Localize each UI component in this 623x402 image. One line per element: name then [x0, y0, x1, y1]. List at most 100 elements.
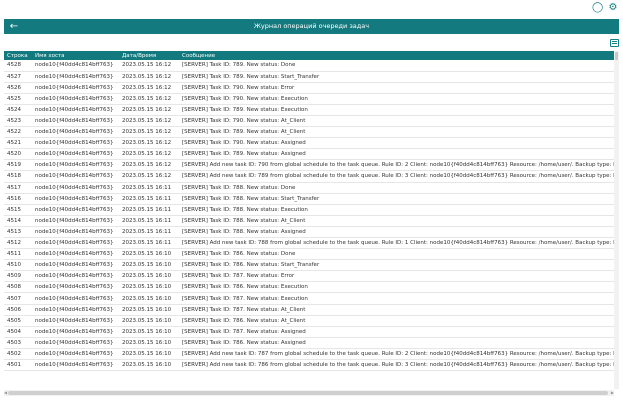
table-cell: node10{f40dd4c814bff763}	[32, 248, 119, 261]
table-row[interactable]: 4520 node10{f40dd4c814bff763} 2023.05.15 1…	[4, 148, 614, 161]
table-cell: node10{f40dd4c814bff763}	[32, 148, 119, 161]
table-cell: 4523	[4, 115, 32, 128]
table-cell: node10{f40dd4c814bff763}	[32, 215, 119, 227]
table-cell: 2023.05.15 16:11	[119, 215, 179, 227]
gear-icon[interactable]: ⚙	[608, 2, 618, 13]
table-cell: node10{f40dd4c814bff763}	[32, 104, 119, 116]
table-cell: 4512	[4, 237, 32, 250]
table-row[interactable]: 4501 node10{f40dd4c814bff763} 2023.05.15 1…	[4, 359, 614, 372]
table-cell: 4520	[4, 148, 32, 161]
table-cell: 4514	[4, 215, 32, 227]
column-header[interactable]: Сообщение	[179, 51, 614, 60]
table-cell: 2023.05.15 16:12	[119, 159, 179, 172]
table-cell: [SERVER] Add new task ID: 786 from globa…	[179, 359, 614, 372]
table-cell: 2023.05.15 16:12	[119, 60, 179, 72]
table-row[interactable]: 4524 node10{f40dd4c814bff763} 2023.05.15 1…	[4, 104, 614, 116]
page-title: Журнал операций очереди задач	[253, 22, 370, 30]
scroll-right-arrow[interactable]: ▶	[611, 390, 614, 396]
table-row[interactable]: 4522 node10{f40dd4c814bff763} 2023.05.15 1…	[4, 126, 614, 139]
top-bar: ◯ ⚙	[0, 0, 623, 16]
vertical-scrollbar[interactable]	[614, 51, 619, 389]
table-cell: node10{f40dd4c814bff763}	[32, 292, 119, 305]
table-row[interactable]: 4509 node10{f40dd4c814bff763} 2023.05.15 1…	[4, 270, 614, 283]
table-cell: 2023.05.15 16:10	[119, 248, 179, 261]
column-header[interactable]: Дата/Время	[119, 51, 179, 60]
table-cell: 4513	[4, 226, 32, 239]
log-table: Строка Имя хоста Дата/Время Сообщение 4528 n…	[4, 51, 614, 372]
table-cell: node10{f40dd4c814bff763}	[32, 304, 119, 316]
table-row[interactable]: 4518 node10{f40dd4c814bff763} 2023.05.15 1…	[4, 170, 614, 183]
table-cell: 2023.05.15 16:12	[119, 93, 179, 105]
table-cell: 4524	[4, 104, 32, 116]
table-row[interactable]: 4516 node10{f40dd4c814bff763} 2023.05.15 1…	[4, 193, 614, 205]
table-cell: 4518	[4, 170, 32, 183]
table-row[interactable]: 4515 node10{f40dd4c814bff763} 2023.05.15 1…	[4, 204, 614, 216]
horizontal-scrollbar[interactable]: ◀ ▶	[4, 390, 614, 396]
table-row[interactable]: 4508 node10{f40dd4c814bff763} 2023.05.15 1…	[4, 281, 614, 294]
table-row[interactable]: 4504 node10{f40dd4c814bff763} 2023.05.15 1…	[4, 326, 614, 338]
table-cell: 2023.05.15 16:10	[119, 326, 179, 338]
table-cell: node10{f40dd4c814bff763}	[32, 204, 119, 216]
column-header[interactable]: Имя хоста	[32, 51, 119, 60]
table-cell: [SERVER] Task ID: 789. New status: Start…	[179, 71, 614, 83]
table-row[interactable]: 4519 node10{f40dd4c814bff763} 2023.05.15 1…	[4, 159, 614, 172]
table-cell: 2023.05.15 16:10	[119, 270, 179, 283]
table-row[interactable]: 4510 node10{f40dd4c814bff763} 2023.05.15 1…	[4, 259, 614, 272]
table-row[interactable]: 4523 node10{f40dd4c814bff763} 2023.05.15 1…	[4, 115, 614, 128]
table-cell: 2023.05.15 16:10	[119, 292, 179, 305]
table-cell: 4510	[4, 259, 32, 272]
table-cell: 4526	[4, 82, 32, 94]
table-row[interactable]: 4521 node10{f40dd4c814bff763} 2023.05.15 1…	[4, 137, 614, 150]
table-cell: node10{f40dd4c814bff763}	[32, 93, 119, 105]
user-icon[interactable]: ◯	[592, 2, 603, 13]
table-settings-icon[interactable]	[610, 39, 619, 47]
table-row[interactable]: 4505 node10{f40dd4c814bff763} 2023.05.15 1…	[4, 315, 614, 327]
table-cell: 2023.05.15 16:12	[119, 82, 179, 94]
table-cell: 4516	[4, 193, 32, 205]
table-cell: 2023.05.15 16:10	[119, 259, 179, 272]
table-cell: 2023.05.15 16:10	[119, 315, 179, 327]
table-row[interactable]: 4502 node10{f40dd4c814bff763} 2023.05.15 1…	[4, 348, 614, 361]
horizontal-scroll-thumb[interactable]	[8, 391, 608, 395]
table-cell: 2023.05.15 16:12	[119, 71, 179, 83]
table-cell: [SERVER] Task ID: 787. New status: Execu…	[179, 292, 614, 305]
table-cell: node10{f40dd4c814bff763}	[32, 359, 119, 372]
table-row[interactable]: 4507 node10{f40dd4c814bff763} 2023.05.15 1…	[4, 292, 614, 305]
table-row[interactable]: 4506 node10{f40dd4c814bff763} 2023.05.15 1…	[4, 304, 614, 316]
vertical-scroll-thumb[interactable]	[615, 52, 618, 60]
table-cell: node10{f40dd4c814bff763}	[32, 348, 119, 361]
table-cell: 2023.05.15 16:10	[119, 337, 179, 349]
table-row[interactable]: 4526 node10{f40dd4c814bff763} 2023.05.15 1…	[4, 82, 614, 94]
table-cell: [SERVER] Task ID: 788. New status: Assig…	[179, 226, 614, 239]
table-cell: node10{f40dd4c814bff763}	[32, 60, 119, 72]
table-row[interactable]: 4512 node10{f40dd4c814bff763} 2023.05.15 1…	[4, 237, 614, 250]
table-row[interactable]: 4528 node10{f40dd4c814bff763} 2023.05.15 1…	[4, 60, 614, 72]
table-cell: 2023.05.15 16:12	[119, 148, 179, 161]
table-row[interactable]: 4514 node10{f40dd4c814bff763} 2023.05.15 1…	[4, 215, 614, 227]
table-cell: [SERVER] Task ID: 789. New status: Execu…	[179, 104, 614, 116]
table-cell: [SERVER] Task ID: 789. New status: Done	[179, 60, 614, 72]
table-cell: node10{f40dd4c814bff763}	[32, 226, 119, 239]
table-cell: node10{f40dd4c814bff763}	[32, 137, 119, 150]
table-row[interactable]: 4525 node10{f40dd4c814bff763} 2023.05.15 1…	[4, 93, 614, 105]
table-cell: node10{f40dd4c814bff763}	[32, 182, 119, 194]
table-row[interactable]: 4511 node10{f40dd4c814bff763} 2023.05.15 1…	[4, 248, 614, 261]
table-row[interactable]: 4513 node10{f40dd4c814bff763} 2023.05.15 1…	[4, 226, 614, 239]
table-row[interactable]: 4517 node10{f40dd4c814bff763} 2023.05.15 1…	[4, 182, 614, 194]
table-header-row: Строка Имя хоста Дата/Время Сообщение	[4, 51, 614, 60]
table-cell: [SERVER] Task ID: 786. New status: Execu…	[179, 281, 614, 294]
table-body: 4528 node10{f40dd4c814bff763} 2023.05.15 1…	[4, 60, 614, 372]
table-header: Строка Имя хоста Дата/Время Сообщение	[4, 51, 614, 60]
scroll-left-arrow[interactable]: ◀	[4, 390, 7, 396]
table-cell: [SERVER] Task ID: 790. New status: Error	[179, 82, 614, 94]
table-cell: [SERVER] Task ID: 788. New status: Done	[179, 182, 614, 194]
table-row[interactable]: 4503 node10{f40dd4c814bff763} 2023.05.15 1…	[4, 337, 614, 349]
table-cell: 2023.05.15 16:10	[119, 348, 179, 361]
table-cell: 2023.05.15 16:11	[119, 182, 179, 194]
column-header[interactable]: Строка	[4, 51, 32, 60]
table-row[interactable]: 4527 node10{f40dd4c814bff763} 2023.05.15 1…	[4, 71, 614, 83]
table-cell: 2023.05.15 16:12	[119, 170, 179, 183]
table-cell: 4505	[4, 315, 32, 327]
table-cell: [SERVER] Task ID: 788. New status: At_Cl…	[179, 215, 614, 227]
table-cell: node10{f40dd4c814bff763}	[32, 326, 119, 338]
